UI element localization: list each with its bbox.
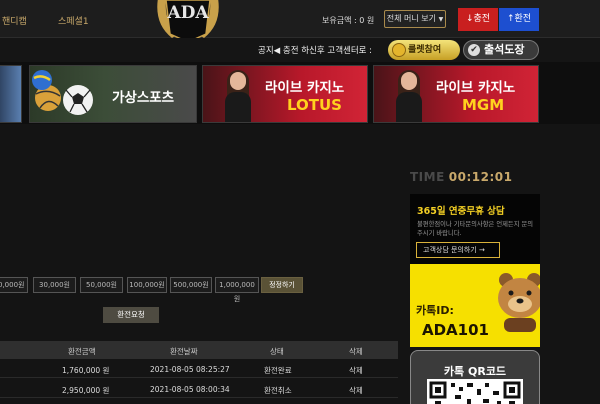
roulette-coin-icon xyxy=(392,43,406,57)
banner-mgm-title: 라이브 카지노 xyxy=(436,80,516,96)
attendance-button[interactable]: ✔ 출석도장 xyxy=(463,40,539,60)
dealer-image xyxy=(394,70,424,122)
banner-live-casino-mgm[interactable]: 라이브 카지노 MGM xyxy=(373,65,539,123)
deposit-label: 충전 xyxy=(473,14,491,24)
roulette-button[interactable]: 룰렛참여 xyxy=(388,40,460,60)
roulette-label: 룰렛참여 xyxy=(408,45,442,55)
banner-virtual-sports[interactable]: 가상스포츠 xyxy=(29,65,197,123)
chevron-down-icon: ▼ xyxy=(438,16,444,23)
nav-handicap[interactable]: 핸디캡 xyxy=(2,14,27,27)
banner-lotus-sub: LOTUS xyxy=(287,96,342,114)
notice-text: 공지◀ 충전 하신후 고객센터로 : xyxy=(258,46,373,56)
support-box: 365일 연중무휴 상담 불편한점이나 기타문의사항은 언제든지 문의주시기 바… xyxy=(410,194,540,264)
logo-text: ADA xyxy=(166,3,209,23)
row-delete-link[interactable]: 삭제 xyxy=(349,385,363,396)
server-time: TIME 00:12:01 xyxy=(410,170,513,184)
qr-title: 카톡 QR코드 xyxy=(443,365,507,378)
balance-display: 보유금액 : 0 원 xyxy=(322,16,375,25)
top-bar: 핸디캡 스페셜1 ADA 보유금액 : 0 원 전체 머니 보기 ▼ ↓충전 ↑… xyxy=(0,0,600,43)
kakao-character-icon xyxy=(498,273,540,332)
banner-lotus-title: 라이브 카지노 xyxy=(265,80,345,96)
withdraw-request-button[interactable]: 환전요청 xyxy=(103,307,159,323)
support-description: 불편한점이나 기타문의사항은 언제든지 문의주시기 바랍니다. xyxy=(417,221,534,237)
row-status: 환전완료 xyxy=(264,366,292,375)
amount-button[interactable]: 100,000원 xyxy=(127,277,167,293)
column-header: 환전날짜 xyxy=(170,347,198,356)
banner-live-casino-lotus[interactable]: 라이브 카지노 LOTUS xyxy=(202,65,368,123)
withdraw-button[interactable]: ↑환전 xyxy=(499,8,539,31)
amount-button[interactable]: 10,000원 xyxy=(0,277,28,293)
dealer-image xyxy=(223,70,253,122)
row-delete-link[interactable]: 삭제 xyxy=(349,365,363,376)
support-inquiry-button[interactable]: 고객상담 문의하기 → xyxy=(416,242,500,258)
kakao-qr-box: 카톡 QR코드 xyxy=(410,350,540,404)
table-row: 1,760,000 원 2021-08-05 08:25:27 환전완료 삭제 xyxy=(0,360,398,378)
banner-mgm-sub: MGM xyxy=(462,96,505,114)
sports-balls-icon xyxy=(32,70,93,115)
row-amount: 1,760,000 원 xyxy=(62,366,110,375)
my-money-label: 전체 머니 보기 xyxy=(386,14,437,23)
banner-sports-title: 가상스포츠 xyxy=(112,90,175,106)
reset-button[interactable]: 정정하기 xyxy=(261,277,303,293)
banner-partial[interactable] xyxy=(0,65,22,123)
my-money-dropdown[interactable]: 전체 머니 보기 ▼ xyxy=(384,10,446,28)
table-row: 2,950,000 원 2021-08-05 08:00:34 환전취소 삭제 xyxy=(0,380,398,398)
column-header: 삭제 xyxy=(349,347,363,356)
time-label: TIME xyxy=(410,170,445,184)
check-icon: ✔ xyxy=(468,44,480,56)
kakao-id: ADA101 xyxy=(422,321,489,339)
row-amount: 2,950,000 원 xyxy=(62,386,110,395)
row-date: 2021-08-05 08:25:27 xyxy=(150,365,230,374)
history-table-header: 환전금액 환전날짜 상태 삭제 xyxy=(0,341,398,359)
column-header: 환전금액 xyxy=(68,347,96,356)
withdraw-label: 환전 xyxy=(514,14,532,24)
kakao-id-box[interactable]: 카톡ID: ADA101 xyxy=(410,264,540,347)
nav-special1[interactable]: 스페셜1 xyxy=(58,14,89,27)
row-status: 환전취소 xyxy=(264,386,292,395)
deposit-button[interactable]: ↓충전 xyxy=(458,8,498,31)
attendance-label: 출석도장 xyxy=(484,43,525,56)
kakao-label: 카톡ID: xyxy=(416,304,454,317)
game-banners: 가상스포츠 라이브 카지노 LOTUS 라이브 카지노 MGM xyxy=(0,62,600,124)
amount-button[interactable]: 1,000,000원 xyxy=(215,277,259,303)
support-title: 365일 연중무휴 상담 xyxy=(417,206,505,217)
row-date: 2021-08-05 08:00:34 xyxy=(150,385,230,394)
qr-code-icon xyxy=(427,379,523,404)
amount-button[interactable]: 500,000원 xyxy=(170,277,212,293)
amount-button[interactable]: 50,000원 xyxy=(80,277,123,293)
time-value: 00:12:01 xyxy=(448,170,513,184)
amount-button[interactable]: 30,000원 xyxy=(33,277,76,293)
column-header: 상태 xyxy=(270,347,284,356)
